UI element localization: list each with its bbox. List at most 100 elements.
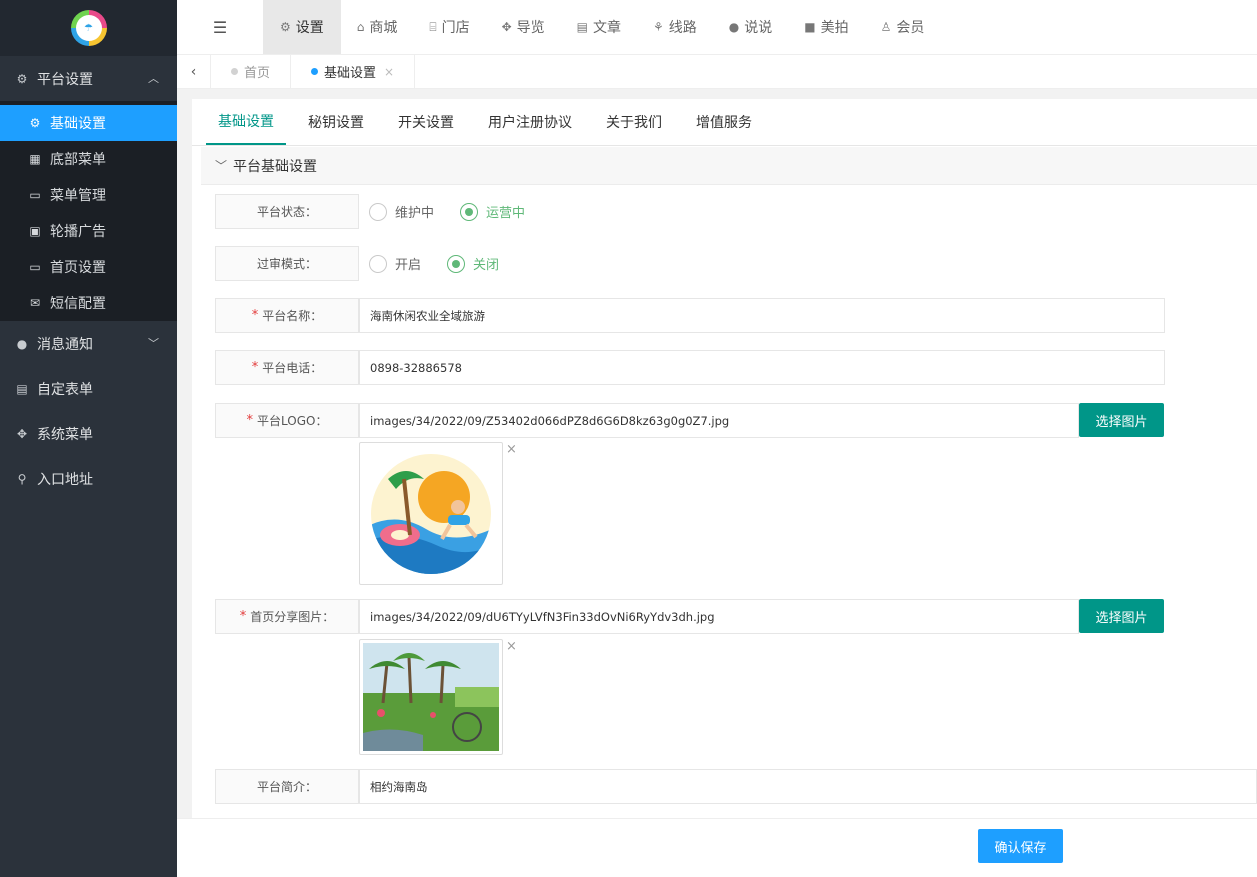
review-radio-on[interactable]: 开启 bbox=[369, 254, 421, 273]
required-mark: * bbox=[251, 360, 259, 375]
sidebar-item-carousel-ads[interactable]: ▣ 轮播广告 bbox=[0, 213, 177, 249]
sidebar-item-label: 轮播广告 bbox=[50, 224, 106, 240]
topnav-route[interactable]: ⚘ 线路 bbox=[637, 0, 713, 54]
sidebar-submenu: ⚙ 基础设置 ▦ 底部菜单 ▭ 菜单管理 ▣ 轮播广告 ▭ 首页设置 ✉ 短信配… bbox=[0, 101, 177, 321]
sidebar-group-system-menu[interactable]: ✥ 系统菜单 bbox=[0, 411, 177, 456]
settings-card: 基础设置 秘钥设置 开关设置 用户注册协议 关于我们 增值服务 ﹀ 平台基础设置… bbox=[192, 99, 1257, 818]
page-tab-basic-settings[interactable]: 基础设置 × bbox=[291, 55, 416, 88]
topnav-photo[interactable]: ■ 美拍 bbox=[788, 0, 864, 54]
section-title: 平台基础设置 bbox=[233, 158, 318, 175]
footer-bar: 确认保存 bbox=[177, 818, 1257, 877]
choose-logo-image-button[interactable]: 选择图片 bbox=[1079, 403, 1164, 437]
topnav-member[interactable]: ♙ 会员 bbox=[865, 0, 941, 54]
sidebar-item-menu-management[interactable]: ▭ 菜单管理 bbox=[0, 177, 177, 213]
user-icon: ♙ bbox=[880, 20, 892, 34]
sidebar-item-basic-settings[interactable]: ⚙ 基础设置 bbox=[0, 105, 177, 141]
platform-phone-input[interactable]: 0898-32886578 bbox=[359, 350, 1165, 385]
review-radio-group: 开启 关闭 bbox=[369, 246, 525, 281]
topnav-label: 商城 bbox=[369, 20, 398, 36]
cluster-icon: ✥ bbox=[501, 20, 512, 34]
confirm-save-button[interactable]: 确认保存 bbox=[978, 829, 1063, 863]
tab-dot bbox=[231, 68, 238, 75]
label-text: 平台LOGO： bbox=[257, 414, 328, 428]
review-radio-off[interactable]: 关闭 bbox=[447, 254, 499, 273]
page-tab-label: 基础设置 bbox=[324, 66, 377, 81]
share-image-path-input[interactable]: images/34/2022/09/dU6TYyLVfN3Fin33dOvNi6… bbox=[359, 599, 1079, 634]
status-label: 平台状态： bbox=[215, 194, 359, 229]
subtab-keys[interactable]: 秘钥设置 bbox=[296, 99, 376, 145]
page-tab-home[interactable]: 首页 bbox=[211, 55, 292, 88]
sidebar-item-bottom-menu[interactable]: ▦ 底部菜单 bbox=[0, 141, 177, 177]
chevron-down-icon: ﹀ bbox=[215, 159, 228, 173]
close-icon[interactable]: × bbox=[384, 65, 394, 79]
label-text: 平台电话： bbox=[262, 361, 323, 375]
radio-label: 开启 bbox=[395, 258, 422, 273]
radio-circle bbox=[369, 202, 387, 221]
gear-icon: ⚙ bbox=[29, 116, 41, 130]
bank-icon: ⌸ bbox=[429, 19, 437, 34]
radio-circle bbox=[460, 202, 479, 221]
platform-intro-input[interactable]: 相约海南岛 bbox=[359, 769, 1257, 804]
sidebar: ☂ ⚙ 平台设置 ︿ ⚙ 基础设置 ▦ 底部菜单 ▭ 菜单管理 ▣ 轮播广告 ▭… bbox=[0, 0, 177, 877]
share-preview-image bbox=[359, 639, 503, 755]
topnav-label: 会员 bbox=[896, 20, 925, 36]
page-tab-strip: ‹ 首页 基础设置 × bbox=[177, 55, 1257, 89]
topnav-label: 导览 bbox=[516, 20, 545, 36]
chat-bubble-icon: ● bbox=[16, 336, 28, 351]
monitor-icon: ▭ bbox=[29, 188, 41, 202]
topnav-settings[interactable]: ⚙ 设置 bbox=[263, 0, 341, 54]
newspaper-icon: ▤ bbox=[576, 20, 588, 34]
wechat-icon: ● bbox=[728, 20, 740, 34]
topnav-store[interactable]: ⌸ 门店 bbox=[413, 0, 485, 54]
chevron-down-icon: ﹀ bbox=[148, 337, 159, 350]
topnav-label: 线路 bbox=[668, 20, 697, 36]
topnav-mall[interactable]: ⌂ 商城 bbox=[341, 0, 414, 54]
sidebar-group-label: 自定表单 bbox=[37, 381, 93, 398]
sidebar-group-entry-address[interactable]: ⚲ 入口地址 bbox=[0, 456, 177, 501]
radio-circle bbox=[369, 254, 387, 273]
sidebar-group-custom-form[interactable]: ▤ 自定表单 bbox=[0, 366, 177, 411]
shop-icon: ⌂ bbox=[356, 20, 365, 34]
status-radio-operating[interactable]: 运营中 bbox=[460, 202, 525, 221]
palm-garden-photo-icon bbox=[363, 643, 499, 751]
section-header[interactable]: ﹀ 平台基础设置 bbox=[201, 147, 1257, 185]
sidebar-item-label: 首页设置 bbox=[50, 260, 106, 276]
subtab-about-us[interactable]: 关于我们 bbox=[594, 99, 674, 145]
label-text: 过审模式： bbox=[256, 257, 317, 271]
grid-icon: ▦ bbox=[29, 152, 41, 166]
topnav-guide[interactable]: ✥ 导览 bbox=[486, 0, 561, 54]
chevron-up-icon: ︿ bbox=[148, 72, 159, 85]
route-icon: ⚘ bbox=[653, 20, 664, 34]
sidebar-group-platform-settings[interactable]: ⚙ 平台设置 ︿ bbox=[0, 56, 177, 101]
sidebar-group-notifications[interactable]: ● 消息通知 ﹀ bbox=[0, 321, 177, 366]
sidebar-item-sms-config[interactable]: ✉ 短信配置 bbox=[0, 285, 177, 321]
sidebar-item-label: 菜单管理 bbox=[50, 188, 106, 204]
required-mark: * bbox=[251, 308, 259, 323]
subtab-user-agreement[interactable]: 用户注册协议 bbox=[476, 99, 584, 145]
choose-share-image-button[interactable]: 选择图片 bbox=[1079, 599, 1164, 633]
subtab-value-added[interactable]: 增值服务 bbox=[684, 99, 764, 145]
subtab-basic[interactable]: 基础设置 bbox=[206, 99, 286, 145]
remove-share-image-close-icon[interactable]: × bbox=[506, 639, 517, 654]
logo-path-input[interactable]: images/34/2022/09/Z53402d066dPZ8d6G6D8kz… bbox=[359, 403, 1079, 438]
topnav-article[interactable]: ▤ 文章 bbox=[561, 0, 637, 54]
remove-logo-close-icon[interactable]: × bbox=[506, 442, 517, 457]
logo-area: ☂ bbox=[0, 0, 177, 56]
topnav-moments[interactable]: ● 说说 bbox=[713, 0, 788, 54]
sidebar-item-home-settings[interactable]: ▭ 首页设置 bbox=[0, 249, 177, 285]
logo-label: * 平台LOGO： bbox=[215, 403, 359, 438]
chevron-left-icon[interactable]: ‹ bbox=[177, 55, 211, 88]
topnav-label: 设置 bbox=[295, 20, 324, 36]
status-radio-maintenance[interactable]: 维护中 bbox=[369, 202, 434, 221]
menu-toggle-icon[interactable]: ☰ bbox=[177, 0, 263, 54]
monitor-icon: ▭ bbox=[29, 260, 41, 274]
subtab-switches[interactable]: 开关设置 bbox=[386, 99, 466, 145]
gears-icon: ⚙ bbox=[280, 20, 291, 34]
platform-name-input[interactable]: 海南休闲农业全域旅游 bbox=[359, 298, 1165, 333]
sidebar-item-label: 基础设置 bbox=[50, 116, 106, 132]
label-text: 平台状态： bbox=[256, 205, 317, 219]
beach-logo-icon[interactable]: ☂ bbox=[70, 10, 107, 46]
radio-label: 运营中 bbox=[486, 206, 526, 221]
phone-label: * 平台电话： bbox=[215, 350, 359, 385]
beach-illustration-icon bbox=[371, 453, 491, 574]
